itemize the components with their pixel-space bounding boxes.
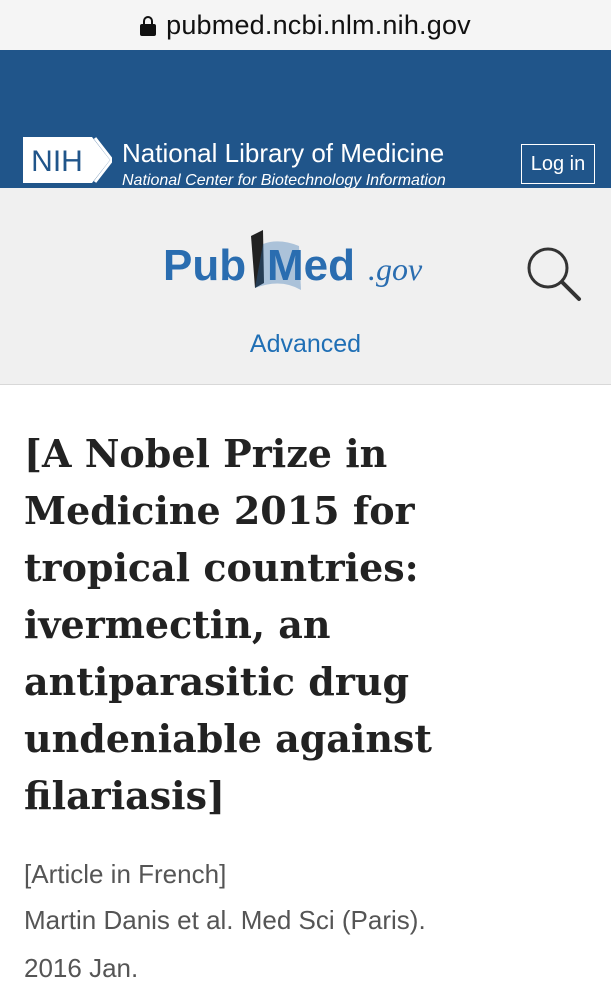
nih-logo[interactable]: NIH <box>22 135 112 185</box>
pubmed-logo[interactable]: Pub Med .gov <box>163 228 453 298</box>
nlm-title: National Library of Medicine <box>122 138 445 168</box>
login-button[interactable]: Log in <box>521 144 595 184</box>
nih-logo-text: NIH <box>31 145 83 178</box>
search-icon[interactable] <box>524 244 584 304</box>
article-language-note: [Article in French] <box>24 859 227 889</box>
pubmed-logo-med: Med <box>267 241 355 290</box>
nih-logo-badge: NIH <box>23 137 112 183</box>
url-text: pubmed.ncbi.nlm.nih.gov <box>166 9 471 40</box>
lock-icon <box>140 16 157 36</box>
advanced-search-link[interactable]: Advanced <box>0 330 611 359</box>
article-title: [A Nobel Prize in Medicine 2015 for trop… <box>24 431 432 818</box>
article-citation-date: 2016 Jan. <box>24 953 139 983</box>
pubmed-logo-pub: Pub <box>163 241 246 290</box>
pubmed-bar: Pub Med .gov Advanced <box>0 188 611 385</box>
nlm-titles[interactable]: National Library of Medicine National Ce… <box>122 138 446 190</box>
article-summary: [A Nobel Prize in Medicine 2015 for trop… <box>0 425 611 992</box>
pubmed-logo-gov: .gov <box>368 251 423 287</box>
nlm-header: NIH National Library of Medicine Nationa… <box>0 50 611 190</box>
browser-url-bar[interactable]: pubmed.ncbi.nlm.nih.gov <box>0 0 611 50</box>
article-citation-authors: Martin Danis et al. Med Sci (Paris). <box>24 905 426 935</box>
